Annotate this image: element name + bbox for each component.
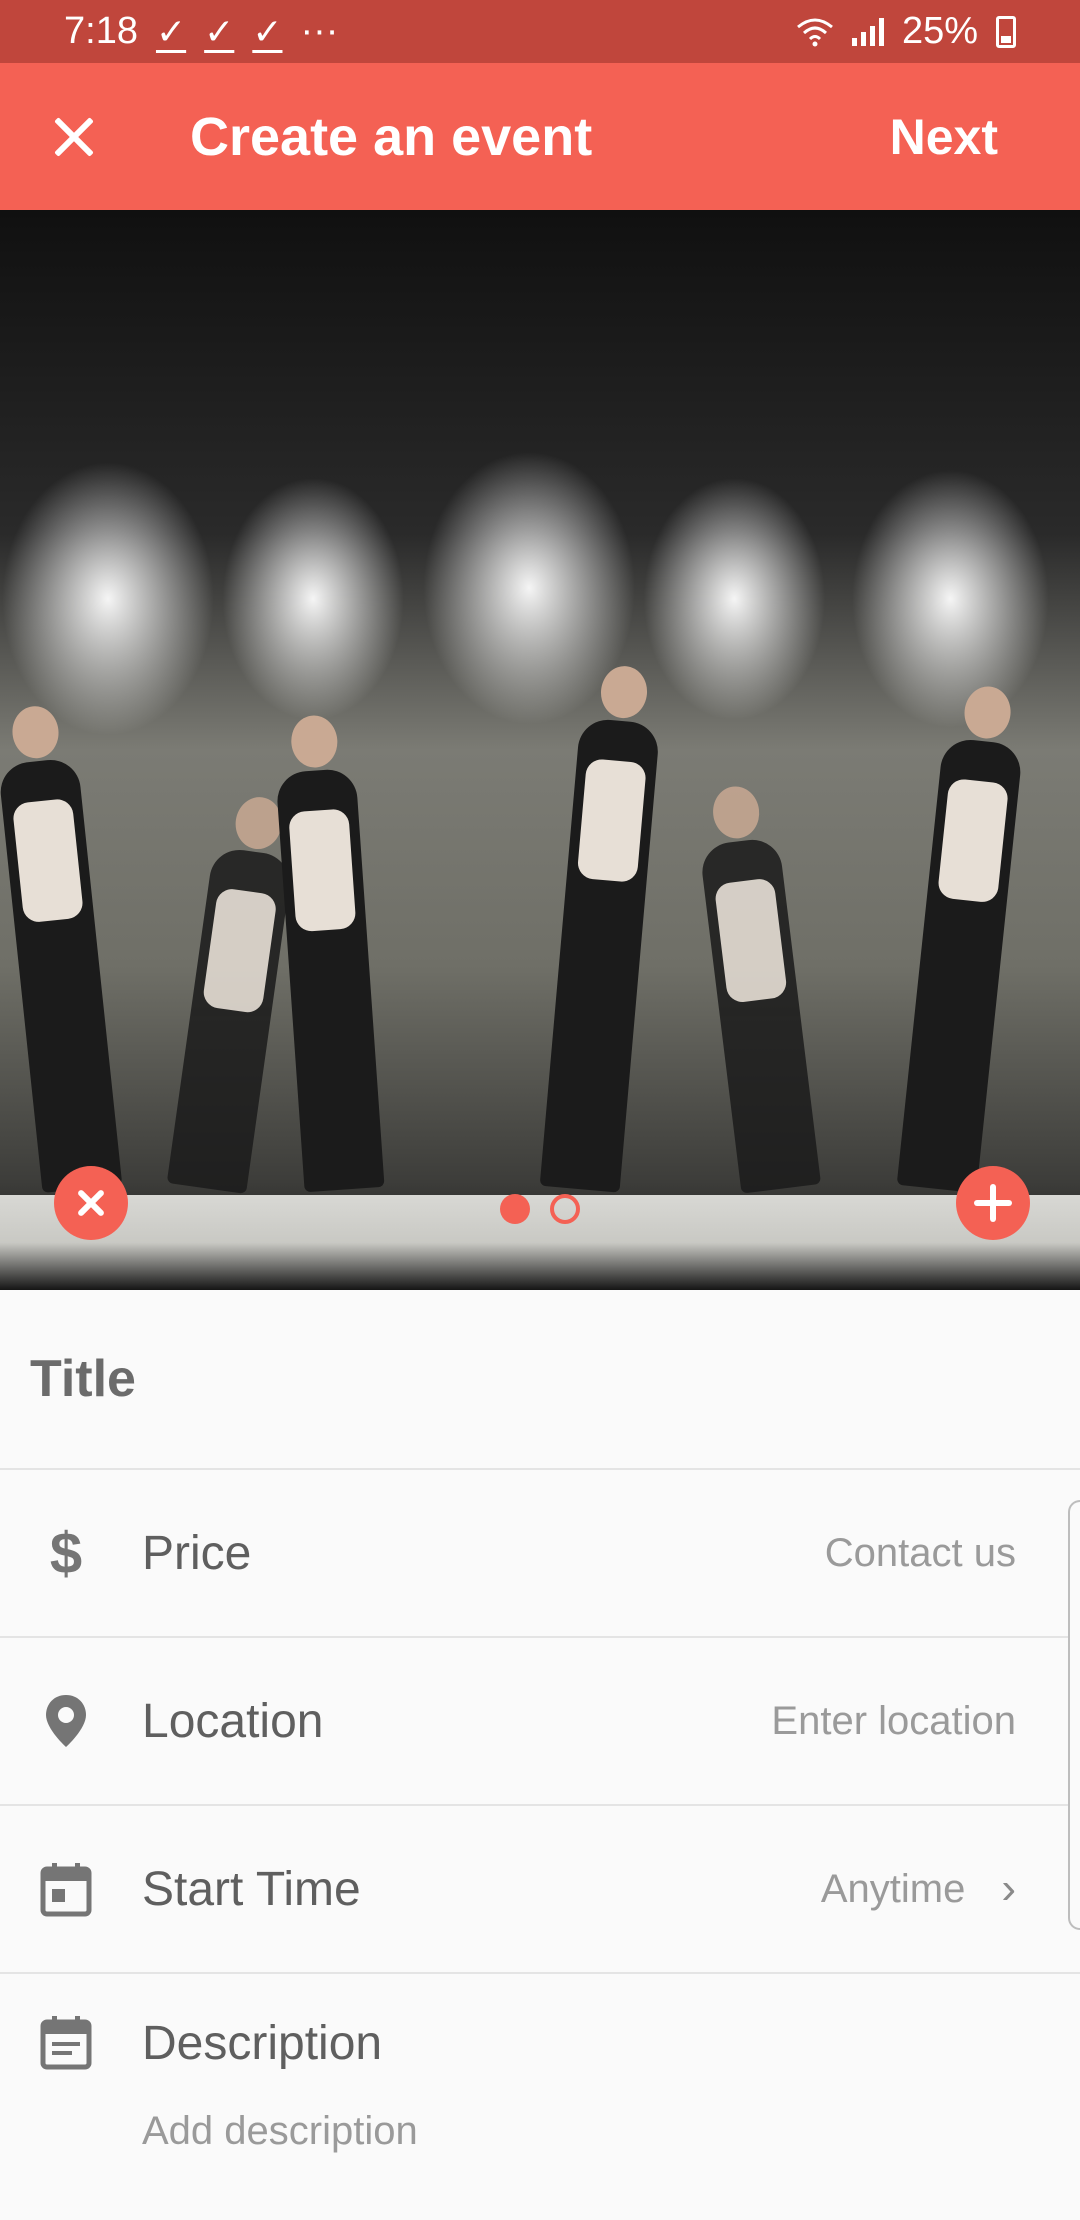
app-bar: Create an event Next: [0, 63, 1080, 210]
status-left: 7:18 ✓ ✓ ✓ ···: [64, 10, 338, 53]
start-time-value: Anytime: [820, 1866, 966, 1911]
dancer-figure: [166, 794, 294, 1194]
edge-panel-handle[interactable]: [1068, 1500, 1080, 1930]
start-time-label: Start Time: [142, 1862, 361, 1916]
location-row[interactable]: Location Enter location: [0, 1638, 1080, 1806]
price-row[interactable]: $ Price Contact us: [0, 1470, 1080, 1638]
description-section[interactable]: Description Add description: [0, 1974, 1080, 2154]
wifi-icon: [796, 18, 833, 46]
status-bar: 7:18 ✓ ✓ ✓ ··· 25%: [0, 0, 1080, 63]
carousel-dot[interactable]: [550, 1194, 580, 1224]
remove-image-button[interactable]: [54, 1166, 128, 1240]
close-icon[interactable]: [50, 113, 98, 161]
dancer-figure: [0, 703, 123, 1194]
location-pin-icon: [38, 1693, 94, 1749]
price-value: Contact us: [824, 1530, 1016, 1575]
notification-icon: ✓: [252, 10, 283, 52]
event-form: Title $ Price Contact us Location Enter …: [0, 1290, 1080, 2220]
dancer-figure: [698, 783, 822, 1194]
price-label: Price: [142, 1526, 252, 1580]
title-placeholder: Title: [30, 1350, 136, 1408]
description-label: Description: [142, 2017, 383, 2070]
description-placeholder[interactable]: Add description: [142, 2109, 418, 2154]
dollar-icon: $: [49, 1520, 83, 1586]
page-title: Create an event: [190, 106, 593, 167]
next-button[interactable]: Next: [890, 108, 998, 166]
battery-icon: [996, 15, 1016, 48]
location-value: Enter location: [771, 1698, 1016, 1743]
notification-icon: ✓: [204, 10, 235, 52]
calendar-icon: [38, 1861, 94, 1917]
status-time: 7:18: [64, 10, 138, 52]
dancer-figure: [275, 713, 385, 1193]
battery-percent: 25%: [901, 10, 978, 52]
dancer-figure: [896, 684, 1024, 1193]
more-notifications-icon: ···: [300, 10, 339, 52]
chevron-right-icon: ›: [1001, 1864, 1016, 1913]
notification-icon: ✓: [155, 10, 187, 52]
signal-icon: [851, 17, 884, 46]
title-field[interactable]: Title: [0, 1290, 1080, 1470]
carousel-dot-active[interactable]: [500, 1194, 530, 1224]
start-time-row[interactable]: Start Time Anytime ›: [0, 1806, 1080, 1974]
add-image-button[interactable]: [956, 1166, 1030, 1240]
status-right: 25%: [796, 10, 1016, 53]
carousel-indicator: [500, 1194, 580, 1224]
dancer-figure: [539, 664, 661, 1193]
calendar-note-icon: [38, 2014, 94, 2070]
event-image[interactable]: [0, 210, 1080, 1290]
description-text: Description Add description: [142, 2014, 418, 2154]
location-label: Location: [142, 1694, 324, 1748]
